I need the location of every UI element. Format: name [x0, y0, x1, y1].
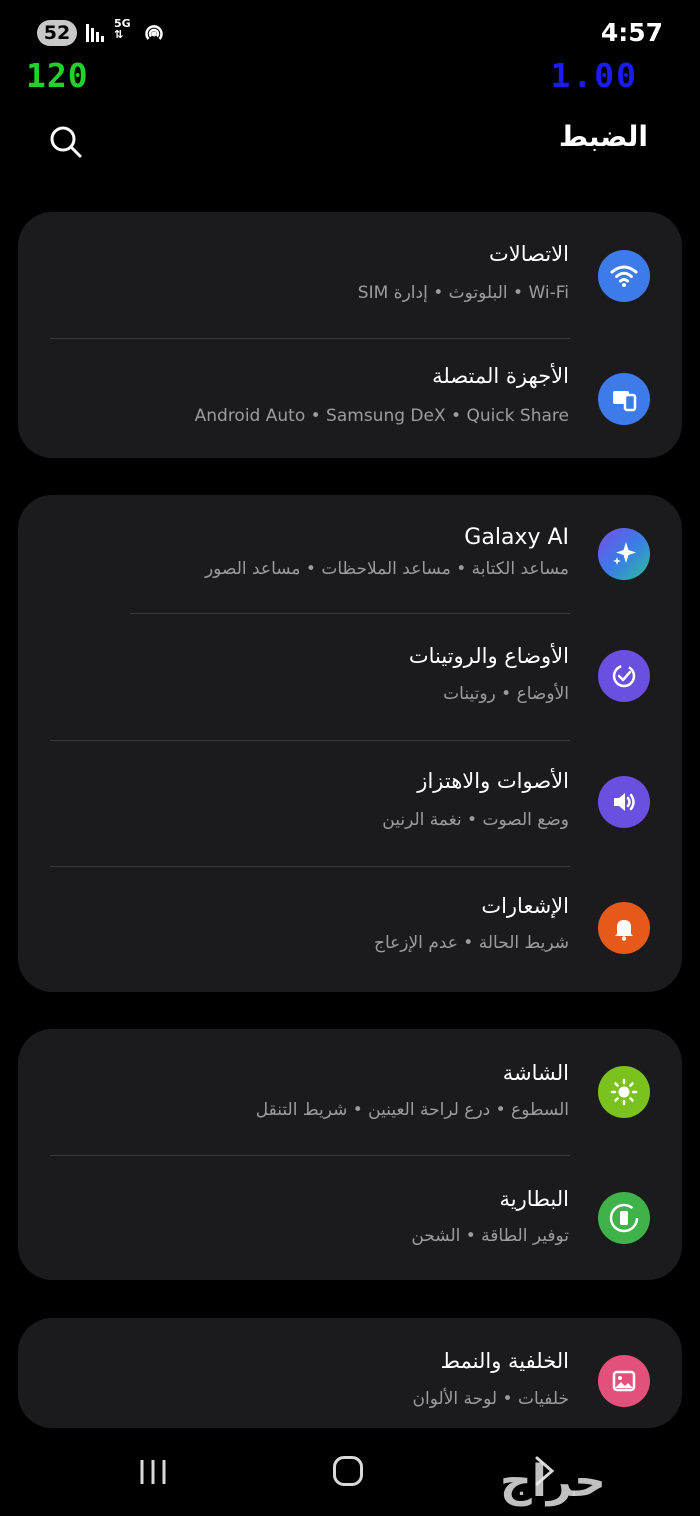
settings-group-features: Galaxy AI مساعد الكتابة • مساعد الملاحظا…: [18, 495, 682, 992]
search-icon: [46, 126, 86, 166]
settings-item-subtitle: توفير الطاقة • الشحن: [411, 1226, 569, 1246]
speaker-icon: [598, 776, 650, 828]
settings-item-subtitle: Wi-Fi • البلوتوث • إدارة SIM: [357, 283, 569, 303]
home-button[interactable]: [333, 1456, 363, 1486]
settings-item-subtitle: شريط الحالة • عدم الإزعاج: [373, 933, 569, 953]
search-button[interactable]: [46, 122, 86, 162]
settings-item-title: الأصوات والاهتزاز: [417, 769, 569, 793]
network-type-label: 5G ⇅: [114, 17, 131, 41]
wallpaper-icon: [598, 1355, 650, 1407]
watermark-logo: حراج: [500, 1456, 606, 1507]
settings-item-wallpaper-style[interactable]: الخلفية والنمط خلفيات • لوحة الألوان: [18, 1318, 682, 1428]
settings-item-connections[interactable]: الاتصالات Wi-Fi • البلوتوث • إدارة SIM: [18, 212, 682, 338]
sparkle-icon: [598, 528, 650, 580]
settings-item-galaxy-ai[interactable]: Galaxy AI مساعد الكتابة • مساعد الملاحظا…: [18, 495, 682, 613]
brightness-icon: [598, 1066, 650, 1118]
settings-item-display[interactable]: الشاشة السطوع • درع لراحة العينين • شريط…: [18, 1029, 682, 1155]
settings-item-subtitle: الأوضاع • روتينات: [443, 684, 569, 704]
connected-devices-icon: [598, 373, 650, 425]
settings-item-notifications[interactable]: الإشعارات شريط الحالة • عدم الإزعاج: [18, 867, 682, 992]
settings-group-wallpaper: الخلفية والنمط خلفيات • لوحة الألوان: [18, 1318, 682, 1428]
frame-time-counter: 1.00: [550, 56, 638, 95]
status-bar: 52 5G ⇅ 4:57: [0, 0, 700, 60]
page-title: الضبط: [558, 120, 648, 153]
settings-item-subtitle: خلفيات • لوحة الألوان: [412, 1389, 569, 1409]
settings-item-title: البطارية: [499, 1187, 569, 1211]
hotspot-icon: [142, 21, 166, 49]
settings-item-title: Galaxy AI: [464, 525, 569, 550]
modes-icon: [598, 650, 650, 702]
settings-item-modes-routines[interactable]: الأوضاع والروتينات الأوضاع • روتينات: [18, 614, 682, 740]
settings-item-connected-devices[interactable]: الأجهزة المتصلة Android Auto • Samsung D…: [18, 339, 682, 458]
clock: 4:57: [600, 18, 663, 47]
settings-group-connectivity: الاتصالات Wi-Fi • البلوتوث • إدارة SIM ا…: [18, 212, 682, 458]
settings-item-subtitle: وضع الصوت • نغمة الرنين: [382, 810, 569, 830]
settings-item-title: الأجهزة المتصلة: [432, 364, 569, 388]
wifi-icon: [598, 250, 650, 302]
settings-item-subtitle: مساعد الكتابة • مساعد الملاحظات • مساعد …: [204, 559, 569, 579]
recent-apps-icon: [138, 1460, 170, 1492]
settings-item-title: الخلفية والنمط: [440, 1349, 569, 1373]
settings-item-battery[interactable]: البطارية توفير الطاقة • الشحن: [18, 1156, 682, 1280]
settings-item-sounds-vibration[interactable]: الأصوات والاهتزاز وضع الصوت • نغمة الرني…: [18, 741, 682, 867]
settings-item-subtitle: السطوع • درع لراحة العينين • شريط التنقل: [255, 1100, 569, 1120]
recent-apps-button[interactable]: [138, 1456, 170, 1492]
settings-group-display-battery: الشاشة السطوع • درع لراحة العينين • شريط…: [18, 1029, 682, 1280]
settings-item-title: الأوضاع والروتينات: [408, 644, 569, 668]
fps-counter: 120: [26, 56, 89, 95]
settings-item-title: الإشعارات: [481, 894, 569, 918]
settings-item-title: الشاشة: [502, 1061, 569, 1085]
settings-item-subtitle: Android Auto • Samsung DeX • Quick Share: [194, 406, 569, 426]
bell-icon: [598, 902, 650, 954]
notification-count-badge: 52: [37, 20, 77, 46]
settings-item-title: الاتصالات: [488, 242, 569, 266]
signal-icon: [86, 22, 108, 46]
battery-icon: [598, 1192, 650, 1244]
